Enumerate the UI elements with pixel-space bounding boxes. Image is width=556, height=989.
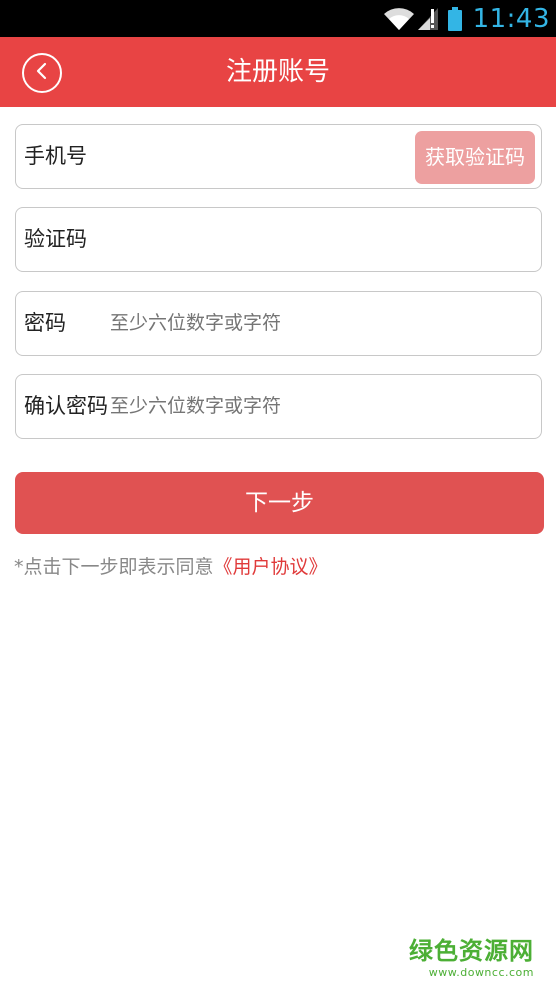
agreement-prefix: *点击下一步即表示同意 bbox=[14, 556, 214, 578]
phone-input[interactable] bbox=[136, 125, 436, 188]
status-clock: 11:43 bbox=[472, 3, 550, 34]
verification-code-input[interactable] bbox=[136, 208, 436, 271]
page-title: 注册账号 bbox=[225, 57, 330, 87]
confirm-password-field: 确认密码 bbox=[15, 374, 542, 439]
nav-bar: 注册账号 bbox=[0, 37, 556, 107]
phone-field: 手机号 获取验证码 bbox=[15, 124, 542, 189]
wifi-icon bbox=[383, 6, 415, 32]
watermark-title: 绿色资源网 bbox=[409, 937, 534, 965]
verification-code-label: 验证码 bbox=[24, 227, 87, 251]
agreement-notice: *点击下一步即表示同意《用户协议》 bbox=[14, 552, 328, 579]
confirm-password-label: 确认密码 bbox=[24, 394, 108, 418]
back-chevron-icon bbox=[35, 62, 49, 84]
password-field: 密码 bbox=[15, 291, 542, 356]
get-code-button[interactable]: 获取验证码 bbox=[415, 131, 535, 184]
password-input[interactable] bbox=[110, 292, 410, 355]
verification-code-field: 验证码 bbox=[15, 207, 542, 272]
battery-icon bbox=[447, 6, 463, 32]
status-bar: 11:43 bbox=[0, 0, 556, 37]
password-label: 密码 bbox=[24, 311, 66, 335]
back-button[interactable] bbox=[22, 53, 62, 93]
signal-icon bbox=[417, 6, 439, 32]
user-agreement-link[interactable]: 《用户协议》 bbox=[214, 556, 328, 578]
phone-label: 手机号 bbox=[24, 144, 87, 168]
confirm-password-input[interactable] bbox=[110, 375, 410, 438]
next-button[interactable]: 下一步 bbox=[15, 472, 544, 534]
watermark: 绿色资源网 www.downcc.com bbox=[409, 931, 534, 979]
watermark-url: www.downcc.com bbox=[428, 966, 534, 979]
status-icons: 11:43 bbox=[383, 0, 556, 37]
